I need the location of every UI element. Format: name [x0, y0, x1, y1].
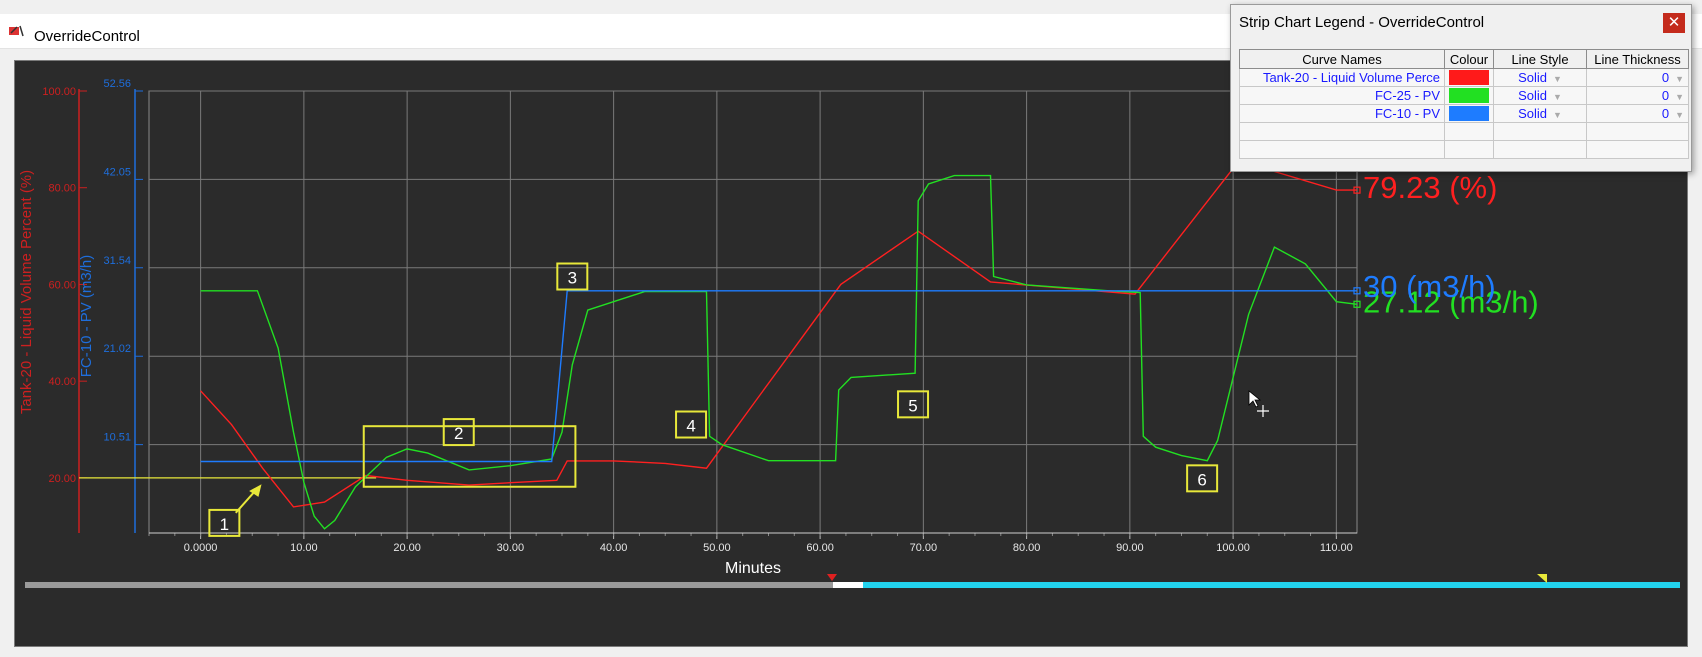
- x-tick-label: 80.00: [1013, 542, 1041, 554]
- curve-name[interactable]: FC-10 - PV: [1239, 104, 1445, 123]
- override-control-window: OverrideControl 0.0000 10.00 20.00 30.00 40.…: [0, 0, 1702, 657]
- x-tick-label: 60.00: [806, 542, 834, 554]
- column-header-colour[interactable]: Colour: [1444, 49, 1494, 69]
- line-thickness-select[interactable]: 0 ▼: [1586, 68, 1689, 87]
- legend-table: Curve Names Colour Line Style Line Thick…: [1239, 49, 1689, 159]
- scroll-marker-icon: [827, 574, 837, 581]
- annotation-callout: 6: [1186, 464, 1219, 493]
- x-tick-label: 20.00: [393, 542, 421, 554]
- annotation-callout: 4: [675, 410, 708, 439]
- x-tick-label: 90.00: [1116, 542, 1144, 554]
- colour-swatch[interactable]: [1449, 70, 1489, 85]
- legend-window-title: Strip Chart Legend - OverrideControl: [1239, 14, 1485, 31]
- line-style-select[interactable]: Solid ▼: [1493, 86, 1587, 105]
- time-scrollbar: [25, 574, 1680, 588]
- dropdown-arrow-icon: ▼: [1553, 74, 1562, 84]
- line-thickness-select[interactable]: 0 ▼: [1586, 104, 1689, 123]
- window-title: OverrideControl: [34, 28, 140, 45]
- legend-row-empty: [1239, 122, 1689, 141]
- y-tick-label-second: 21.02: [103, 343, 131, 355]
- chart-axes: 0.0000 10.00 20.00 30.00 40.00 50.00 60.00 70.0…: [18, 78, 1357, 577]
- x-tick-label: 70.00: [910, 542, 938, 554]
- chart-series: 79.23 (%)27.12 (m3/h)30 (m3/h): [79, 167, 1539, 530]
- column-header-curve-names[interactable]: Curve Names: [1239, 49, 1445, 69]
- callout-number: 3: [568, 269, 577, 288]
- x-tick-label: 100.00: [1216, 542, 1250, 554]
- scroll-end-icon: [1537, 574, 1547, 583]
- chart-grid: [148, 90, 1358, 534]
- curve-name[interactable]: Tank-20 - Liquid Volume Perce: [1239, 68, 1445, 87]
- x-tick-label: 110.00: [1320, 542, 1353, 554]
- cursor-arrow: [1248, 390, 1262, 408]
- y-tick-label-left: 40.00: [48, 376, 76, 388]
- annotation-callout: 2: [442, 418, 475, 447]
- x-axis-label: Minutes: [725, 560, 781, 577]
- scrollbar-range: [863, 582, 1680, 588]
- y-tick-label-second: 52.56: [103, 78, 131, 90]
- strip-chart-legend-window[interactable]: Strip Chart Legend - OverrideControl ✕ C…: [1230, 4, 1692, 172]
- dropdown-arrow-icon: ▼: [1553, 92, 1562, 102]
- y-tick-label-left: 80.00: [48, 183, 76, 195]
- y-tick-label-left: 20.00: [48, 473, 76, 485]
- x-tick-label: 0.0000: [184, 542, 218, 554]
- scrollbar-thumb-marker: [833, 582, 863, 588]
- highlight-region: [362, 425, 577, 488]
- colour-swatch[interactable]: [1449, 106, 1489, 121]
- y-axis-label-second: FC-10 - PV (m3/h): [78, 255, 95, 378]
- y-tick-label-left: 60.00: [48, 279, 76, 291]
- colour-cell[interactable]: [1444, 86, 1494, 105]
- dropdown-arrow-icon: ▼: [1675, 110, 1684, 120]
- x-tick-label: 40.00: [600, 542, 628, 554]
- y-axis-label-left: Tank-20 - Liquid Volume Percent (%): [18, 170, 35, 414]
- move-cursor-icon: [1248, 390, 1269, 417]
- dropdown-arrow-icon: ▼: [1675, 92, 1684, 102]
- callout-number: 1: [220, 515, 229, 534]
- line-style-select[interactable]: Solid ▼: [1493, 68, 1587, 87]
- chart-annotations: 1 2 3 4 5 6: [208, 262, 1269, 537]
- column-header-line-thickness[interactable]: Line Thickness: [1586, 49, 1689, 69]
- legend-row[interactable]: FC-10 - PV Solid ▼ 0 ▼: [1239, 104, 1689, 123]
- curve-name[interactable]: FC-25 - PV: [1239, 86, 1445, 105]
- colour-swatch[interactable]: [1449, 88, 1489, 103]
- series-end-label: 30 (m3/h): [1363, 269, 1496, 304]
- annotation-callout: 1: [208, 508, 241, 537]
- legend-row[interactable]: Tank-20 - Liquid Volume Perce Solid ▼ 0 ▼: [1239, 68, 1689, 87]
- legend-row-empty: [1239, 140, 1689, 159]
- override-control-icon: [9, 25, 24, 37]
- x-tick-label: 10.00: [290, 542, 318, 554]
- x-tick-label: 50.00: [703, 542, 731, 554]
- y-tick-label-left: 100.00: [42, 86, 76, 98]
- line-thickness-select[interactable]: 0 ▼: [1586, 86, 1689, 105]
- close-button[interactable]: ✕: [1663, 13, 1685, 33]
- cursor-cross: [1257, 405, 1269, 417]
- y-tick-label-second: 42.05: [103, 166, 131, 178]
- callout-number: 5: [908, 396, 917, 415]
- plot-border: [148, 90, 1358, 534]
- y-tick-label-second: 31.54: [103, 255, 131, 267]
- y-tick-label-second: 10.51: [103, 432, 131, 444]
- series-end-label: 79.23 (%): [1363, 170, 1497, 205]
- colour-cell[interactable]: [1444, 104, 1494, 123]
- series-line-2: [200, 290, 1357, 463]
- legend-row[interactable]: FC-25 - PV Solid ▼ 0 ▼: [1239, 86, 1689, 105]
- x-tick-label: 30.00: [497, 542, 525, 554]
- callout-number: 4: [686, 417, 695, 436]
- line-style-select[interactable]: Solid ▼: [1493, 104, 1587, 123]
- dropdown-arrow-icon: ▼: [1675, 74, 1684, 84]
- dropdown-arrow-icon: ▼: [1553, 110, 1562, 120]
- callout-number: 6: [1197, 470, 1206, 489]
- colour-cell[interactable]: [1444, 68, 1494, 87]
- column-header-line-style[interactable]: Line Style: [1493, 49, 1587, 69]
